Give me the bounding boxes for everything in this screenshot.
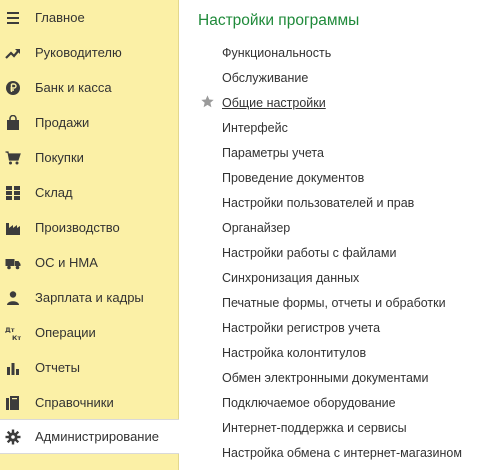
sidebar-item-directories[interactable]: Справочники: [0, 385, 178, 420]
sidebar-item-operations[interactable]: Дт Кт Операции: [0, 315, 178, 350]
shopping-cart-icon: [4, 149, 22, 167]
trend-up-icon: [4, 44, 22, 62]
sidebar-item-bank[interactable]: Банк и касса: [0, 70, 178, 105]
sidebar-item-reports[interactable]: Отчеты: [0, 350, 178, 385]
settings-link[interactable]: Интерфейс: [222, 120, 288, 136]
sidebar-item-label: Операции: [35, 325, 96, 340]
sidebar-item-salary[interactable]: Зарплата и кадры: [0, 280, 178, 315]
settings-link[interactable]: Настройки пользователей и прав: [222, 195, 414, 211]
settings-link[interactable]: Подключаемое оборудование: [222, 395, 396, 411]
truck-icon: [4, 254, 22, 272]
settings-link[interactable]: Настройка обмена с интернет-магазином: [222, 445, 462, 461]
favorite-star-icon[interactable]: [201, 95, 214, 108]
sidebar-item-warehouse[interactable]: Склад: [0, 175, 178, 210]
shopping-bag-icon: [4, 114, 22, 132]
books-icon: [4, 394, 22, 412]
settings-link[interactable]: Синхронизация данных: [222, 270, 359, 286]
settings-link[interactable]: Настройки работы с файлами: [222, 245, 396, 261]
sidebar-item-label: Покупки: [35, 150, 84, 165]
settings-link[interactable]: Настройка колонтитулов: [222, 345, 366, 361]
svg-text:Дт: Дт: [5, 326, 15, 334]
gear-icon: [4, 428, 22, 446]
warehouse-grid-icon: [4, 184, 22, 202]
sidebar-item-label: Администрирование: [35, 429, 159, 444]
sidebar-item-label: Отчеты: [35, 360, 80, 375]
settings-link[interactable]: Параметры учета: [222, 145, 324, 161]
sections-sidebar: Главное Руководителю Банк и касса Продаж…: [0, 0, 179, 470]
sidebar-item-main[interactable]: Главное: [0, 0, 178, 35]
sidebar-item-label: Справочники: [35, 395, 114, 410]
sidebar-item-sales[interactable]: Продажи: [0, 105, 178, 140]
sidebar-item-label: Производство: [35, 220, 120, 235]
page-title: Настройки программы: [198, 12, 360, 29]
ruble-coin-icon: [4, 79, 22, 97]
factory-icon: [4, 219, 22, 237]
sidebar-item-manager[interactable]: Руководителю: [0, 35, 178, 70]
settings-link[interactable]: Обслуживание: [222, 70, 308, 86]
svg-text:Кт: Кт: [12, 334, 21, 341]
settings-link[interactable]: Обмен электронными документами: [222, 370, 428, 386]
settings-link[interactable]: Настройки регистров учета: [222, 320, 380, 336]
sidebar-item-production[interactable]: Производство: [0, 210, 178, 245]
sidebar-item-label: Склад: [35, 185, 73, 200]
sidebar-item-administration[interactable]: Администрирование: [0, 419, 179, 454]
sidebar-item-label: Банк и касса: [35, 80, 112, 95]
sidebar-item-label: Руководителю: [35, 45, 122, 60]
settings-link[interactable]: Печатные формы, отчеты и обработки: [222, 295, 446, 311]
sidebar-item-label: Главное: [35, 10, 85, 25]
sidebar-item-fixed-assets[interactable]: ОС и НМА: [0, 245, 178, 280]
bar-chart-icon: [4, 359, 22, 377]
person-icon: [4, 289, 22, 307]
sidebar-item-label: ОС и НМА: [35, 255, 98, 270]
menu-lines-icon: [4, 9, 22, 27]
dt-kt-icon: Дт Кт: [4, 324, 22, 342]
settings-link[interactable]: Интернет-поддержка и сервисы: [222, 420, 407, 436]
settings-link[interactable]: Функциональность: [222, 45, 331, 61]
sidebar-item-label: Зарплата и кадры: [35, 290, 144, 305]
settings-link[interactable]: Общие настройки: [222, 95, 326, 111]
settings-link[interactable]: Органайзер: [222, 220, 290, 236]
sidebar-item-label: Продажи: [35, 115, 90, 130]
sidebar-item-purchases[interactable]: Покупки: [0, 140, 178, 175]
settings-link[interactable]: Проведение документов: [222, 170, 364, 186]
